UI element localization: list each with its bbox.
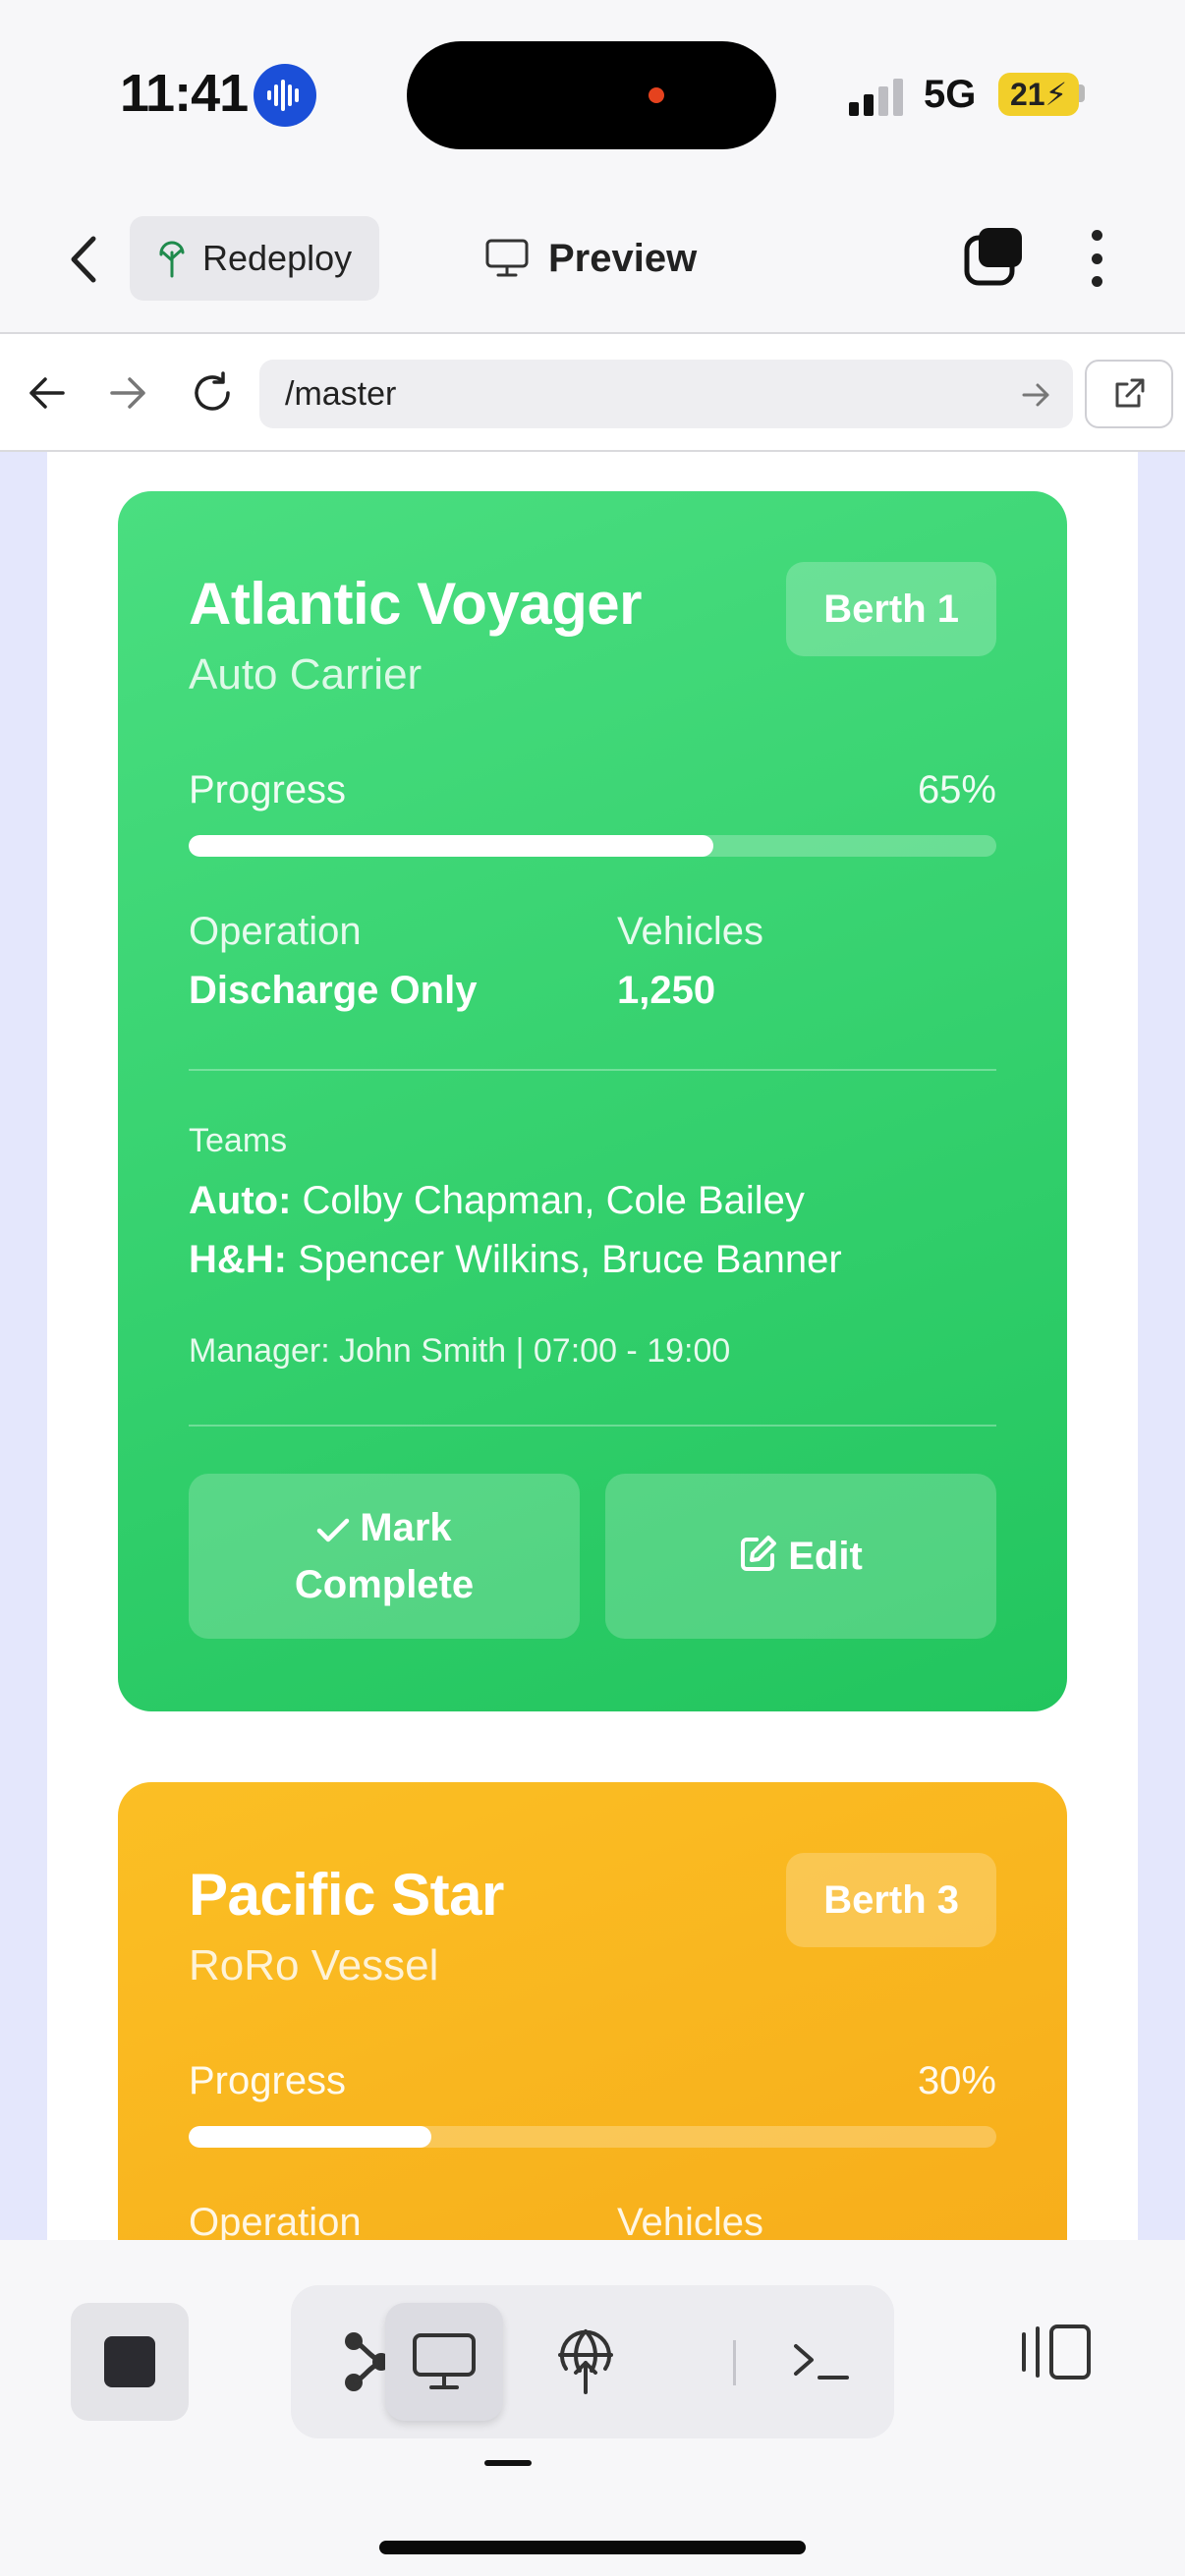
vehicles-label: Vehicles xyxy=(617,910,763,953)
redeploy-button[interactable]: Redeploy xyxy=(130,216,379,301)
dynamic-island xyxy=(407,41,776,149)
team-auto-label: Auto: xyxy=(189,1179,292,1222)
mark-complete-label-2: Complete xyxy=(294,1563,475,1606)
deploy-tree-icon xyxy=(159,241,185,278)
card-divider xyxy=(189,1069,996,1071)
berth-badge: Berth 3 xyxy=(786,1853,996,1947)
battery-tip xyxy=(1079,84,1085,102)
stop-button[interactable] xyxy=(71,2303,189,2421)
team-hh-members: Spencer Wilkins, Bruce Banner xyxy=(298,1238,842,1281)
deploy-globe-icon xyxy=(558,2329,613,2394)
chevron-left-icon xyxy=(71,236,96,283)
shell-tool-button[interactable] xyxy=(762,2303,880,2421)
network-type: 5G xyxy=(924,73,977,116)
berth-badge: Berth 1 xyxy=(786,562,996,656)
terminal-prompt-icon xyxy=(794,2344,849,2380)
vessel-name: Pacific Star xyxy=(189,1862,504,1928)
browser-reload-button[interactable] xyxy=(183,364,242,422)
voice-activity-icon xyxy=(254,64,316,127)
edit-button[interactable]: Edit xyxy=(605,1474,996,1639)
arrow-left-icon xyxy=(29,377,65,409)
progress-fill xyxy=(189,835,714,857)
progress-label: Progress xyxy=(189,768,347,812)
open-external-button[interactable] xyxy=(1085,360,1173,428)
mark-complete-label-1: Mark xyxy=(360,1506,452,1549)
status-time: 11:41 xyxy=(120,64,249,123)
reload-icon xyxy=(195,371,230,411)
cellular-signal-icon xyxy=(849,79,903,116)
vessel-type: RoRo Vessel xyxy=(189,1941,439,1989)
toolbar-separator xyxy=(733,2340,736,2385)
teams-label: Teams xyxy=(189,1122,288,1159)
tabs-switcher-icon[interactable] xyxy=(963,226,1024,287)
browser-forward-button[interactable] xyxy=(98,364,157,422)
vessel-card: Atlantic Voyager Auto Carrier Berth 1 Pr… xyxy=(118,491,1067,1711)
operation-value: Discharge Only xyxy=(189,969,478,1012)
charging-bolt-icon: ⚡ xyxy=(1044,77,1068,112)
edit-pencil-icon xyxy=(741,1536,777,1571)
vessel-name: Atlantic Voyager xyxy=(189,571,643,637)
url-input[interactable]: /master xyxy=(259,360,1073,428)
vehicles-label: Vehicles xyxy=(617,2201,763,2244)
operation-label: Operation xyxy=(189,2201,362,2244)
toolbar-drag-handle[interactable] xyxy=(484,2460,532,2466)
mark-complete-button[interactable]: Mark Complete xyxy=(189,1474,580,1639)
back-button[interactable] xyxy=(57,230,110,289)
checkmark-icon xyxy=(317,1518,350,1542)
stop-icon xyxy=(104,2336,155,2387)
monitor-icon xyxy=(413,2333,476,2389)
bottom-toolbar xyxy=(0,2240,1185,2576)
more-options-icon[interactable] xyxy=(1075,226,1118,291)
arrow-right-icon xyxy=(110,377,145,409)
progress-bar xyxy=(189,2126,996,2148)
browser-url-row: /master xyxy=(0,334,1185,452)
sidebar-panel-icon[interactable] xyxy=(1018,2321,1093,2383)
edit-label: Edit xyxy=(788,1535,863,1578)
operation-label: Operation xyxy=(189,910,362,953)
tool-switcher xyxy=(291,2285,894,2438)
manager-shift-info: Manager: John Smith | 07:00 - 19:00 xyxy=(189,1332,731,1370)
vehicles-value: 1,250 xyxy=(617,969,716,1012)
team-auto-members: Colby Chapman, Cole Bailey xyxy=(302,1179,805,1222)
browser-back-button[interactable] xyxy=(18,364,77,422)
vessel-type: Auto Carrier xyxy=(189,650,423,699)
progress-value: 30% xyxy=(917,2059,996,2102)
preview-tool-button[interactable] xyxy=(385,2303,503,2421)
camera-indicator xyxy=(649,87,664,103)
app-top-nav: Redeploy Preview xyxy=(0,187,1185,334)
monitor-icon xyxy=(485,239,529,277)
deploy-tool-button[interactable] xyxy=(527,2303,645,2421)
preview-label: Preview xyxy=(548,236,698,280)
card-divider xyxy=(189,1425,996,1427)
screen: 11:41 5G 21 ⚡ Redeploy Preview /master A… xyxy=(0,0,1185,2576)
progress-bar xyxy=(189,835,996,857)
battery-level: 21 xyxy=(1009,76,1045,112)
team-hh-line: H&H: Spencer Wilkins, Bruce Banner xyxy=(189,1238,842,1282)
team-hh-label: H&H: xyxy=(189,1238,287,1281)
preview-tab[interactable]: Preview xyxy=(485,226,697,291)
progress-fill xyxy=(189,2126,431,2148)
url-text: /master xyxy=(285,374,397,413)
progress-value: 65% xyxy=(917,768,996,812)
status-bar: 11:41 5G 21 ⚡ xyxy=(0,0,1185,187)
redeploy-label: Redeploy xyxy=(202,238,353,278)
external-link-icon xyxy=(1115,378,1145,408)
home-indicator[interactable] xyxy=(379,2541,806,2554)
go-arrow-icon[interactable] xyxy=(1016,375,1055,415)
battery-icon: 21 ⚡ xyxy=(998,73,1079,116)
team-auto-line: Auto: Colby Chapman, Cole Bailey xyxy=(189,1179,805,1223)
progress-label: Progress xyxy=(189,2059,347,2102)
